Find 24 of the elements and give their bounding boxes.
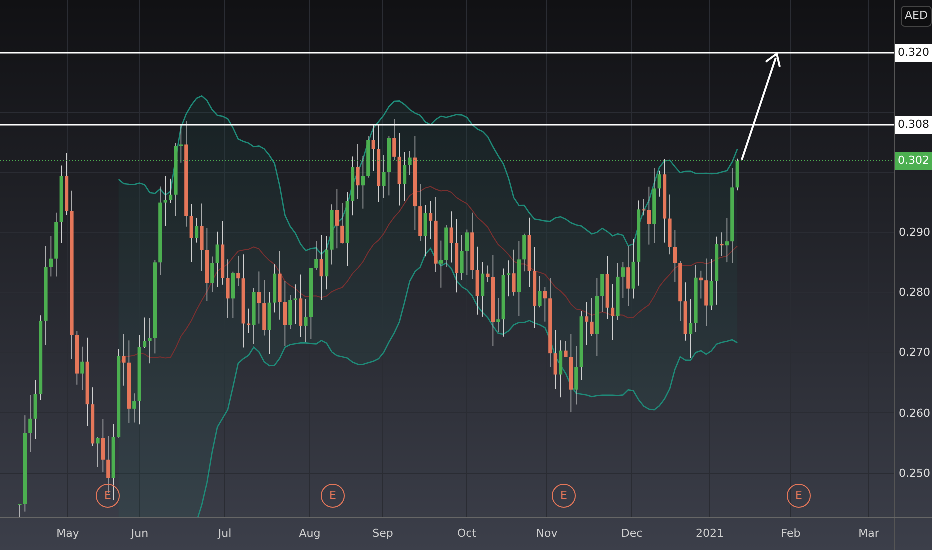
earnings-marker[interactable]: E: [321, 484, 345, 508]
y-axis-label: 0.290: [899, 225, 930, 241]
x-axis-label: Jul: [216, 526, 233, 542]
x-axis-label: May: [56, 526, 80, 542]
x-axis-label: Feb: [780, 526, 802, 542]
y-axis-label: 0.280: [899, 285, 930, 302]
price-tag: 0.308: [895, 116, 932, 134]
x-axis-label: Jun: [130, 526, 150, 542]
y-axis-label: 0.260: [899, 406, 930, 422]
earnings-marker[interactable]: E: [552, 484, 576, 508]
y-axis-label: 0.250: [899, 466, 930, 482]
x-axis-label: Dec: [620, 526, 644, 542]
price-tag: 0.302: [895, 152, 932, 170]
x-axis-label: Aug: [298, 526, 322, 542]
earnings-marker[interactable]: E: [96, 484, 120, 508]
x-axis-label: Oct: [456, 526, 478, 542]
x-axis-label: Mar: [858, 526, 880, 542]
x-axis-label: Nov: [535, 526, 559, 542]
x-axis-label: 2021: [696, 526, 724, 542]
y-axis-label: 0.270: [899, 345, 930, 362]
price-tag: 0.320: [895, 44, 932, 62]
earnings-marker[interactable]: E: [787, 484, 811, 508]
x-axis-label: Sep: [372, 526, 394, 542]
currency-label[interactable]: AED: [901, 6, 932, 26]
